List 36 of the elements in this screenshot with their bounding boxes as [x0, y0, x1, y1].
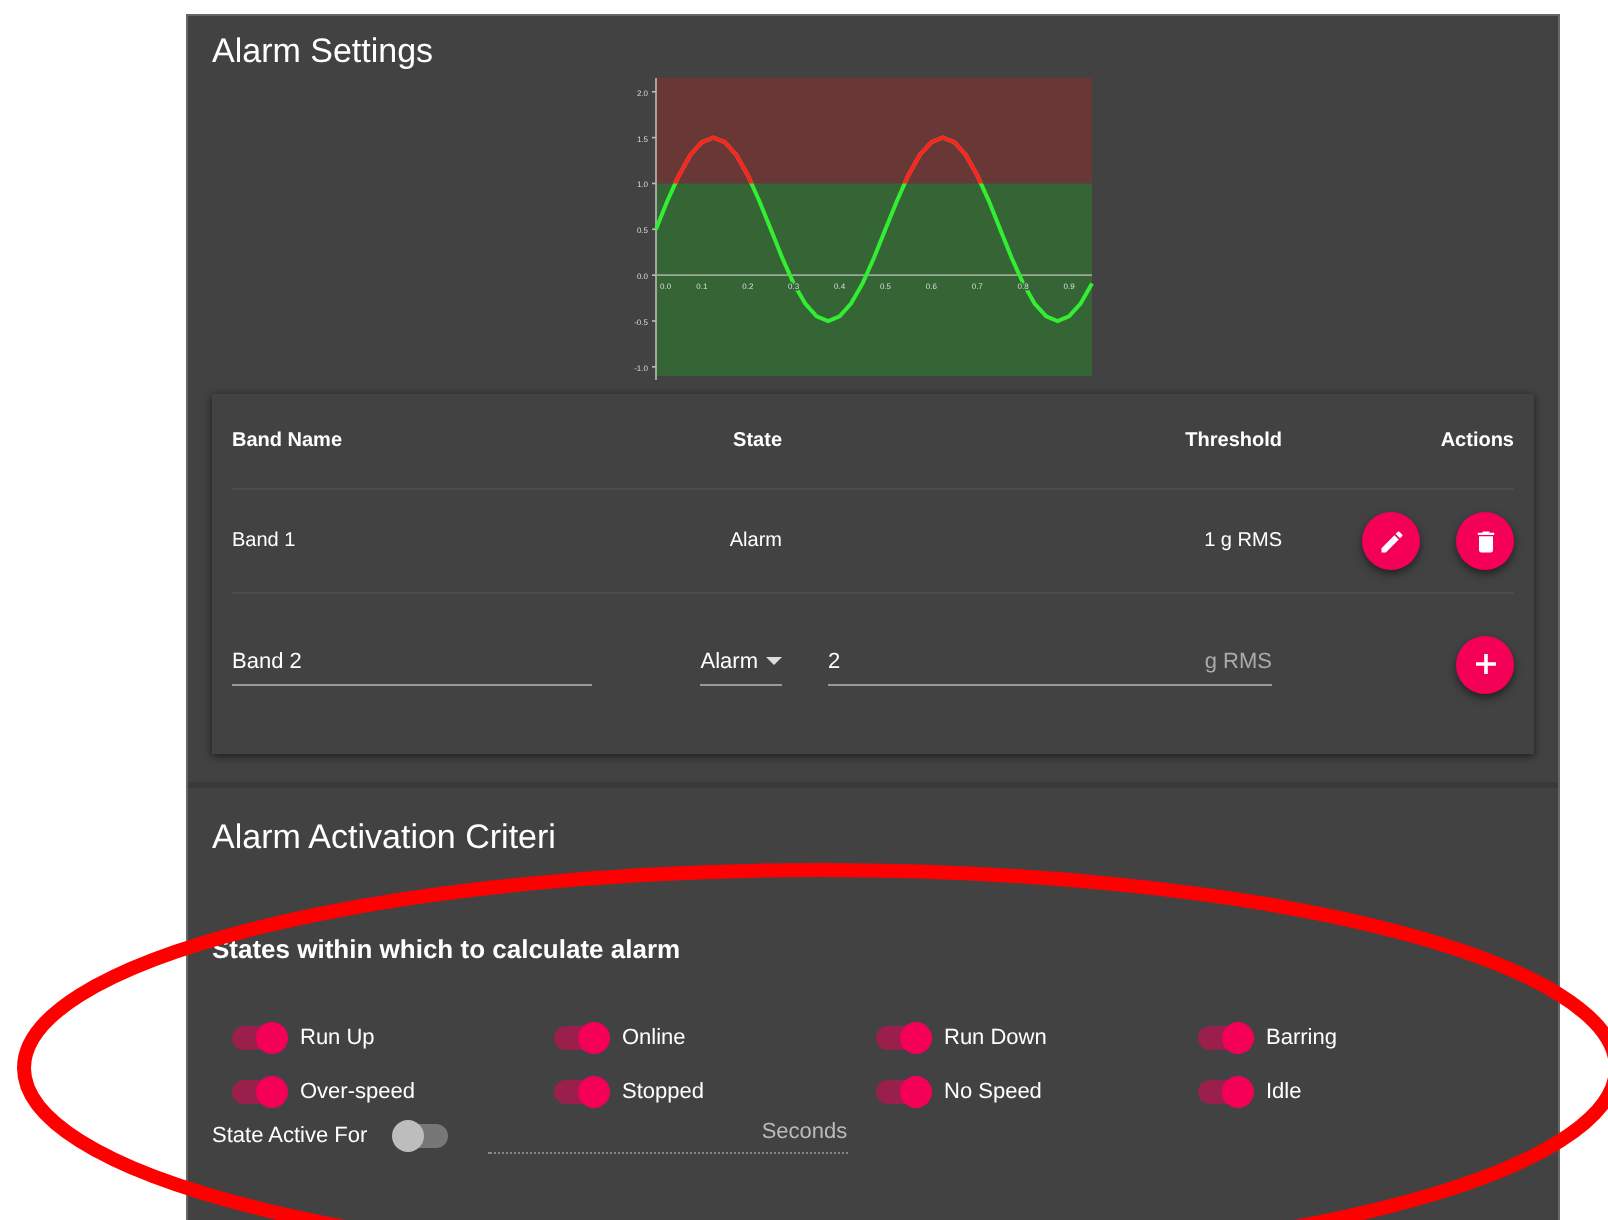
- toggle-switch[interactable]: [1198, 1026, 1250, 1050]
- column-header: State: [731, 430, 782, 452]
- toggle-switch[interactable]: [876, 1080, 928, 1104]
- state-active-label: State Active For: [212, 1123, 368, 1147]
- toggle-switch[interactable]: [876, 1026, 928, 1050]
- state-label: Stopped: [622, 1080, 704, 1104]
- add-button[interactable]: [1456, 635, 1514, 693]
- column-header: Actions: [1438, 430, 1514, 452]
- toggle-switch[interactable]: [395, 1123, 448, 1147]
- column-header: Threshold: [1183, 430, 1282, 452]
- toggle-switch[interactable]: [232, 1080, 284, 1104]
- table-cell-text: Band 1: [232, 530, 298, 552]
- toggle-switch[interactable]: [232, 1026, 284, 1050]
- state-label: Run Down: [944, 1026, 1047, 1050]
- delete-button[interactable]: [1456, 512, 1514, 570]
- table-cell-text: 1 g RMS: [1202, 530, 1282, 552]
- plus-icon: [1473, 652, 1497, 676]
- column-header: Band Name: [232, 430, 345, 452]
- toggle-switch[interactable]: [554, 1080, 606, 1104]
- card-title: Alarm Settings: [212, 32, 436, 72]
- toggle-switch[interactable]: [1198, 1080, 1250, 1104]
- edit-button[interactable]: [1362, 512, 1420, 570]
- toggle-switch[interactable]: [554, 1026, 606, 1050]
- card-title: Alarm Activation Criteri: [212, 818, 558, 858]
- state-label: Idle: [1266, 1080, 1302, 1104]
- pencil-icon: [1377, 527, 1405, 555]
- state-label: No Speed: [944, 1080, 1042, 1104]
- state-label: Run Up: [300, 1026, 375, 1050]
- state-dropdown[interactable]: Alarm: [700, 643, 782, 685]
- state-label: Barring: [1266, 1026, 1337, 1050]
- unit-label: g RMS: [1204, 649, 1272, 673]
- state-label: Over-speed: [300, 1080, 415, 1104]
- state-label: Online: [622, 1026, 686, 1050]
- caret-icon: [766, 656, 782, 666]
- band-name-field[interactable]: Band 2: [232, 643, 592, 685]
- table-cell-text: Alarm: [727, 530, 782, 552]
